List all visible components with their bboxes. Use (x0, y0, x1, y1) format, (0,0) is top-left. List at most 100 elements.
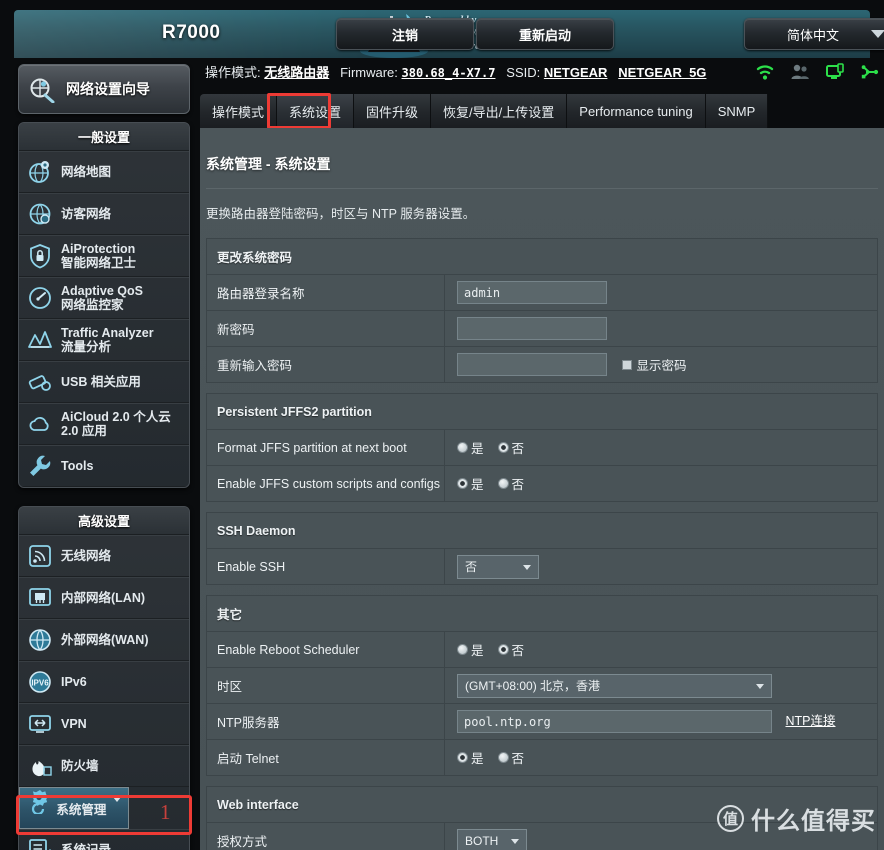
sidebar-item-tools[interactable]: Tools (19, 445, 189, 487)
radio-no[interactable] (497, 752, 509, 763)
sidebar-item-administration[interactable]: 系统管理 (19, 787, 130, 829)
page-title: 系统管理 - 系统设置 (206, 156, 331, 172)
clients-icon[interactable] (790, 62, 810, 82)
radio-no[interactable] (497, 644, 509, 655)
system-log-icon (29, 839, 51, 850)
radio-yes[interactable] (457, 644, 468, 655)
operation-mode-label: 操作模式: (205, 65, 261, 80)
guest-network-icon (29, 203, 51, 225)
retype-password-input[interactable] (457, 353, 607, 376)
enable-jffs-scripts-radio-group: 是 否 (457, 474, 532, 493)
shield-lock-icon (30, 244, 50, 269)
table-row: Format JFFS partition at next boot 是 否 (206, 429, 878, 466)
firmware-version[interactable]: 380.68_4-X7.7 (402, 66, 496, 80)
radio-no-label: 否 (511, 442, 525, 456)
sidebar-item-ipv6[interactable]: IPV6 IPv6 (19, 661, 189, 703)
sidebar-item-guest-network[interactable]: 访客网络 (19, 193, 189, 235)
table-row: Enable SSH 否 (206, 548, 878, 585)
row-value: BOTH (444, 822, 878, 850)
timezone-select[interactable]: (GMT+08:00) 北京，香港 (457, 673, 772, 698)
sidebar-item-label-en: Traffic Analyzer (61, 326, 154, 340)
chevron-down-icon (871, 30, 884, 38)
radio-no[interactable] (497, 442, 509, 453)
ntp-connect-link[interactable]: NTP连接 (785, 714, 835, 728)
cloud-icon (29, 417, 49, 431)
radio-no[interactable] (497, 478, 509, 489)
wizard-label: 网络设置向导 (66, 81, 150, 97)
sidebar-item-wan[interactable]: 外部网络(WAN) (19, 619, 189, 661)
ssid-5g[interactable]: NETGEAR_5G (618, 65, 706, 80)
radio-yes-label: 是 (471, 478, 484, 492)
wifi-icon[interactable] (755, 62, 775, 82)
monitor-icon[interactable] (825, 62, 845, 82)
sidebar-item-traffic-analyzer[interactable]: Traffic Analyzer 流量分析 (19, 319, 189, 361)
sidebar-item-label: IPv6 (61, 675, 87, 689)
section-ssh-daemon: SSH Daemon Enable SSH 否 (206, 512, 878, 585)
section-title: Persistent JFFS2 partition (206, 393, 878, 430)
row-value: 否 (444, 548, 878, 585)
radio-yes[interactable] (457, 442, 468, 453)
sidebar-item-aicloud[interactable]: AiCloud 2.0 个人云 2.0 应用 (19, 403, 189, 445)
table-row: 路由器登录名称 admin (206, 274, 878, 311)
tab-operation-mode[interactable]: 操作模式 (200, 94, 278, 128)
sidebar-item-label: 内部网络(LAN) (61, 591, 146, 605)
tab-restore-save-upload[interactable]: 恢复/导出/上传设置 (431, 94, 568, 128)
auth-method-select[interactable]: BOTH (457, 828, 527, 850)
sidebar-item-vpn[interactable]: VPN (19, 703, 189, 745)
sidebar-item-adaptive-qos[interactable]: Adaptive QoS 网络监控家 (19, 277, 189, 319)
sidebar-item-system-log[interactable]: 系统记录 (19, 829, 189, 850)
ssid-24g[interactable]: NETGEAR (544, 65, 608, 80)
gauge-icon (29, 287, 51, 309)
sidebar-item-lan[interactable]: 内部网络(LAN) (19, 577, 189, 619)
ipv6-icon: IPV6 (29, 671, 51, 693)
table-row: Enable JFFS custom scripts and configs 是… (206, 465, 878, 502)
language-selector[interactable]: 简体中文 (744, 18, 884, 50)
tab-firmware-upgrade[interactable]: 固件升级 (354, 94, 432, 128)
row-value: 是 否 (444, 739, 878, 776)
sidebar-item-wireless[interactable]: 无线网络 (19, 535, 189, 577)
sidebar-item-label-cn: 流量分析 (61, 340, 112, 354)
sidebar-item-aiprotection[interactable]: AiProtection 智能网络卫士 (19, 235, 189, 277)
status-line: 操作模式: 无线路由器 Firmware: 380.68_4-X7.7 SSID… (205, 62, 765, 84)
sidebar-item-usb-application[interactable]: USB 相关应用 (19, 361, 189, 403)
sidebar-item-label: Tools (61, 459, 94, 473)
sidebar-item-firewall[interactable]: 防火墙 (19, 745, 189, 787)
row-label: Enable Reboot Scheduler (206, 631, 445, 668)
sidebar-item-label-line2: 2.0 应用 (61, 424, 107, 438)
show-password-label: 显示密码 (636, 359, 687, 373)
ntp-server-input[interactable]: pool.ntp.org (457, 710, 772, 734)
svg-text:IPV6: IPV6 (31, 679, 49, 688)
router-login-name-input[interactable]: admin (457, 281, 607, 304)
table-row: 授权方式 BOTH (206, 822, 878, 850)
sidebar-item-network-map[interactable]: 网络地图 (19, 151, 189, 193)
sidebar-item-label-en: AiProtection (61, 242, 136, 256)
logout-button[interactable]: 注销 (336, 18, 474, 50)
sidebar-general-section: 一般设置 网络地图 访客网络 AiProtection 智能网络卫士 Adapt… (18, 122, 190, 488)
table-row: NTP服务器 pool.ntp.org NTP连接 (206, 703, 878, 740)
chart-icon (28, 331, 52, 348)
row-value: pool.ntp.org NTP连接 (444, 703, 878, 740)
show-password-checkbox[interactable] (622, 359, 633, 370)
reboot-button[interactable]: 重新启动 (476, 18, 614, 50)
radio-yes-label: 是 (471, 752, 484, 766)
enable-ssh-select[interactable]: 否 (457, 554, 539, 579)
operation-mode-value[interactable]: 无线路由器 (264, 65, 329, 80)
usb-icon[interactable] (860, 62, 880, 82)
ssid-label: SSID: (506, 65, 541, 80)
row-label: Enable JFFS custom scripts and configs (206, 465, 445, 502)
router-admin-page: R7000 Powered by Merlin & Vortex & kools… (0, 0, 884, 850)
new-password-input[interactable] (457, 317, 607, 340)
radio-yes-label: 是 (471, 644, 484, 658)
enable-telnet-radio-group: 是 否 (457, 748, 532, 767)
radio-yes[interactable] (457, 752, 468, 763)
radio-yes[interactable] (457, 478, 468, 489)
router-model: R7000 (162, 22, 221, 43)
firmware-label: Firmware: (340, 65, 398, 80)
wireless-icon (29, 545, 51, 567)
row-label: 重新输入密码 (206, 346, 445, 383)
tab-system-settings[interactable]: 系统设置 (277, 94, 355, 128)
network-setup-wizard-button[interactable]: 网络设置向导 (18, 64, 190, 114)
section-title: 更改系统密码 (206, 238, 878, 275)
tab-snmp[interactable]: SNMP (705, 94, 769, 128)
tab-performance-tuning[interactable]: Performance tuning (567, 94, 706, 128)
